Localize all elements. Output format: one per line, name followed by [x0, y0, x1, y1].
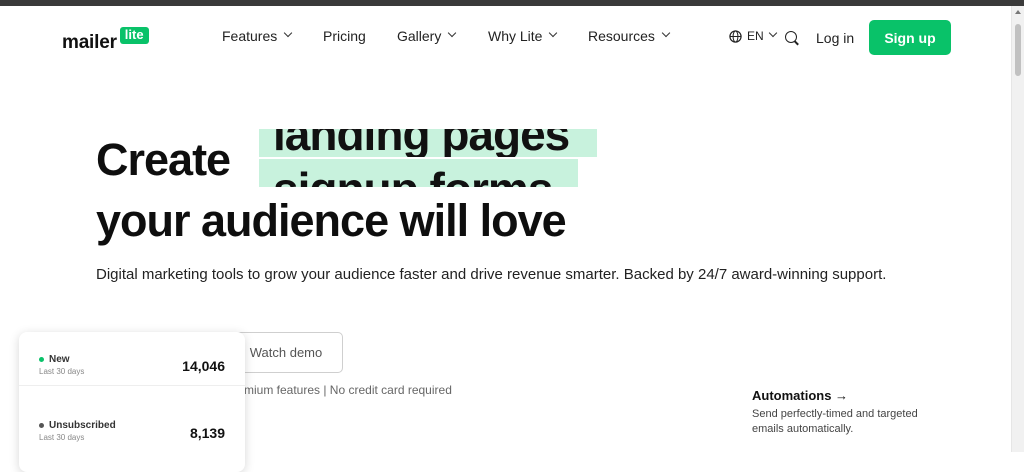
status-dot: [39, 357, 44, 362]
logo-badge: lite: [119, 26, 149, 44]
automations-link[interactable]: Automations →: [752, 388, 848, 403]
automations-description: Send perfectly-timed and targeted emails…: [752, 408, 918, 435]
nav-why-lite-label: Why Lite: [488, 28, 543, 44]
language-code: EN: [747, 29, 764, 43]
stat-period: Last 30 days: [39, 433, 85, 442]
headline-start: Create: [96, 134, 231, 185]
browser-top-bar: [0, 0, 1024, 6]
page-scrollbar[interactable]: [1011, 6, 1024, 452]
rotating-word-highlight: landing pages: [259, 129, 597, 157]
nav-resources-label: Resources: [588, 28, 655, 44]
chevron-down-icon: [549, 28, 558, 38]
stat-label: Unsubscribed: [49, 420, 116, 431]
chevron-down-icon: [661, 28, 671, 38]
logo-wordmark: mailer: [62, 32, 117, 53]
mailerlite-logo[interactable]: mailer lite: [62, 22, 149, 52]
nav-gallery-label: Gallery: [397, 28, 442, 44]
stat-label: New: [49, 354, 70, 365]
stat-value: 8,139: [189, 425, 225, 441]
rotating-word: signup forms: [273, 166, 553, 187]
trial-note: mium features | No credit card required: [244, 383, 452, 397]
nav-gallery[interactable]: Gallery: [397, 28, 457, 44]
search-icon[interactable]: [785, 31, 797, 43]
stat-period: Last 30 days: [39, 367, 85, 376]
chevron-down-icon: [448, 28, 457, 38]
hero-subtitle: Digital marketing tools to grow your aud…: [96, 266, 887, 283]
rotating-word-highlight: signup forms: [259, 159, 578, 187]
language-selector[interactable]: EN: [729, 28, 777, 43]
nav-resources[interactable]: Resources: [588, 28, 671, 44]
nav-features[interactable]: Features: [222, 28, 293, 44]
chevron-down-icon: [768, 28, 777, 38]
status-dot: [39, 423, 44, 428]
login-link[interactable]: Log in: [816, 30, 854, 46]
nav-pricing-label: Pricing: [323, 28, 366, 44]
scrollbar-thumb[interactable]: [1015, 24, 1021, 76]
chevron-down-icon: [284, 28, 293, 38]
nav-features-label: Features: [222, 28, 278, 44]
watch-demo-button[interactable]: Watch demo: [229, 332, 343, 373]
divider: [19, 385, 245, 386]
stat-value: 14,046: [182, 358, 225, 374]
scroll-up-arrow-icon[interactable]: [1015, 10, 1021, 14]
nav-why-lite[interactable]: Why Lite: [488, 28, 558, 44]
globe-icon: [729, 29, 742, 43]
nav-pricing[interactable]: Pricing: [323, 28, 366, 44]
rotating-word: landing pages: [273, 129, 570, 157]
signup-button[interactable]: Sign up: [869, 20, 951, 55]
headline-end: your audience will love: [96, 195, 567, 246]
subscriber-stats-card: New Last 30 days 14,046 Unsubscribed Las…: [19, 332, 245, 472]
